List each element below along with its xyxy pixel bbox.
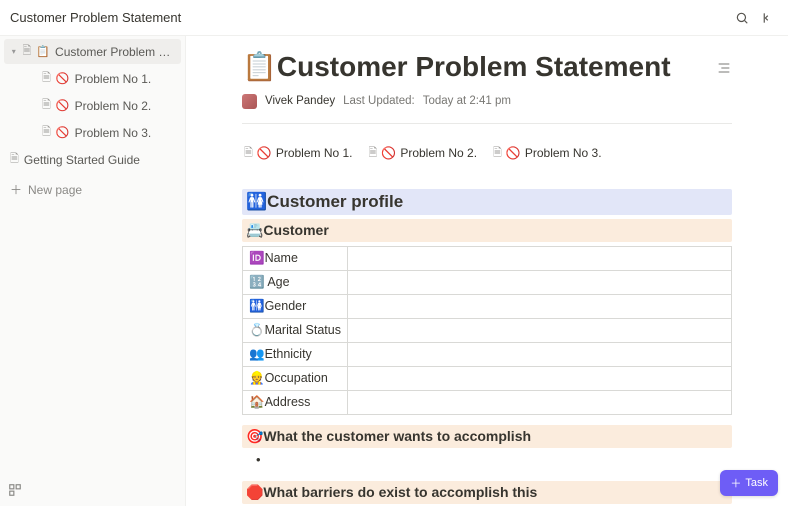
plus-icon: ＋ [10,181,22,198]
sidebar-item-label: Problem No 1. [75,72,152,86]
page-emoji: 🚫 [381,146,396,160]
page-emoji: 📋 [36,45,50,58]
sidebar-item-label: Problem No 2. [75,99,152,113]
page-outline-icon[interactable] [716,60,732,79]
profile-value[interactable] [347,342,731,366]
main-content: 📋Customer Problem Statement Vivek Pandey… [186,36,788,506]
profile-value[interactable] [347,390,731,414]
page-meta: Vivek Pandey Last Updated: Today at 2:41… [242,94,732,109]
profile-key: 🚻Gender [243,294,348,318]
last-updated-label: Last Updated: [343,95,415,107]
table-row[interactable]: 💍Marital Status [243,318,732,342]
page-icon: 🗎 [42,69,51,88]
heading-barriers[interactable]: 🛑What barriers do exist to accomplish th… [242,481,732,504]
page-emoji: 🚫 [56,72,70,85]
profile-key: 🆔Name [243,246,348,270]
profile-value[interactable] [347,294,731,318]
sidebar: ▾ 🗎 📋 Customer Problem Statement 🗎 🚫 Pro… [0,36,186,506]
task-label: Task [745,477,768,489]
chevron-down-icon[interactable]: ▾ [10,47,17,57]
profile-key: 👥Ethnicity [243,342,348,366]
bullet-item[interactable] [242,448,732,471]
new-page-button[interactable]: ＋ New page [0,177,185,202]
table-row[interactable]: 🔢 Age [243,270,732,294]
subpage-link-problem-1[interactable]: 🗎 🚫 Problem No 1. [244,144,353,163]
page-icon: 🗎 [42,96,51,115]
table-row[interactable]: 👷Occupation [243,366,732,390]
search-icon[interactable] [730,6,754,30]
page-icon: 🗎 [493,144,502,163]
page-title-emoji: 📋 [242,51,277,82]
page-title[interactable]: 📋Customer Problem Statement [242,50,710,84]
divider [242,123,732,124]
subpage-label: Problem No 3. [525,146,602,160]
profile-value[interactable] [347,366,731,390]
collapse-sidebar-icon[interactable] [754,6,778,30]
subpage-label: Problem No 2. [400,146,477,160]
last-updated-value: Today at 2:41 pm [423,95,511,107]
sidebar-item-label: Customer Problem Statement [55,45,173,59]
table-row[interactable]: 🏠Address [243,390,732,414]
profile-key: 💍Marital Status [243,318,348,342]
table-row[interactable]: 🆔Name [243,246,732,270]
heading-wants[interactable]: 🎯What the customer wants to accomplish [242,425,732,448]
subpage-link-problem-3[interactable]: 🗎 🚫 Problem No 3. [493,144,602,163]
templates-icon[interactable] [8,483,22,500]
sidebar-item-getting-started[interactable]: 🗎 Getting Started Guide [4,147,181,172]
author-avatar[interactable] [242,94,257,109]
page-icon: 🗎 [244,144,253,163]
table-row[interactable]: 👥Ethnicity [243,342,732,366]
new-page-label: New page [28,183,82,197]
page-emoji: 🚫 [56,126,70,139]
page-emoji: 🚫 [56,99,70,112]
author-name[interactable]: Vivek Pandey [265,95,335,107]
customer-profile-table[interactable]: 🆔Name🔢 Age🚻Gender💍Marital Status👥Ethnici… [242,246,732,415]
sidebar-item-label: Problem No 3. [75,126,152,140]
new-task-button[interactable]: ＋ Task [720,470,778,496]
page-icon: 🗎 [10,150,19,169]
profile-key: 🔢 Age [243,270,348,294]
heading-customer-profile[interactable]: 🚻Customer profile [242,189,732,215]
sidebar-item-label: Getting Started Guide [24,153,140,167]
profile-key: 👷Occupation [243,366,348,390]
profile-value[interactable] [347,270,731,294]
page-emoji: 🚫 [257,146,272,160]
sidebar-item-customer-problem-statement[interactable]: ▾ 🗎 📋 Customer Problem Statement [4,39,181,64]
sidebar-item-problem-1[interactable]: 🗎 🚫 Problem No 1. [4,66,181,91]
sidebar-item-problem-3[interactable]: 🗎 🚫 Problem No 3. [4,120,181,145]
profile-value[interactable] [347,318,731,342]
subpage-label: Problem No 1. [276,146,353,160]
sidebar-item-problem-2[interactable]: 🗎 🚫 Problem No 2. [4,93,181,118]
breadcrumb[interactable]: Customer Problem Statement [10,10,181,25]
heading-customer[interactable]: 📇Customer [242,219,732,242]
topbar: Customer Problem Statement [0,0,788,36]
page-icon: 🗎 [369,144,378,163]
table-row[interactable]: 🚻Gender [243,294,732,318]
subpage-link-problem-2[interactable]: 🗎 🚫 Problem No 2. [369,144,478,163]
subpage-links: 🗎 🚫 Problem No 1. 🗎 🚫 Problem No 2. 🗎 🚫 … [242,138,732,169]
page-emoji: 🚫 [506,146,521,160]
page-icon: 🗎 [42,123,51,142]
page-title-text: Customer Problem Statement [277,51,671,82]
plus-icon: ＋ [730,475,741,491]
profile-key: 🏠Address [243,390,348,414]
profile-value[interactable] [347,246,731,270]
page-icon: 🗎 [22,42,31,61]
